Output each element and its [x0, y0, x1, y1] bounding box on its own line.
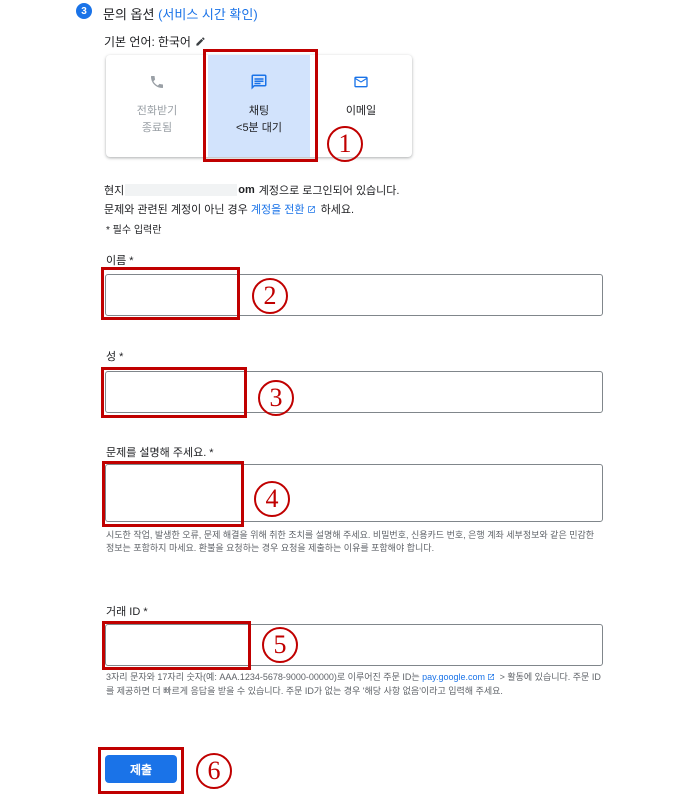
language-label: 기본 언어:	[104, 35, 155, 49]
description-label: 문제를 설명해 주세요. *	[106, 447, 214, 459]
switch-account-suffix: 하세요.	[320, 204, 354, 216]
last-name-label: 성 *	[106, 351, 124, 363]
switch-account-line: 문제와 관련된 계정이 아닌 경우 계정을 전환 하세요.	[104, 201, 354, 217]
transaction-id-helper: 3자리 문자와 17자리 숫자(예: AAA.1234-5678-9000-00…	[106, 671, 604, 698]
email-option-label: 이메일	[345, 105, 377, 117]
external-link-icon	[487, 672, 495, 685]
transaction-id-label: 거래 ID *	[106, 606, 148, 618]
annotation-box-1	[203, 49, 318, 162]
contact-option-phone[interactable]: 전화받기 종료됨	[106, 55, 208, 157]
language-row: 기본 언어: 한국어	[104, 33, 206, 50]
transaction-helper-prefix: 3자리 문자와 17자리 숫자(예: AAA.1234-5678-9000-00…	[106, 672, 420, 682]
language-value[interactable]: 한국어	[158, 33, 191, 50]
account-prefix: 현지	[104, 185, 125, 197]
pencil-icon[interactable]	[195, 36, 206, 47]
external-link-icon	[307, 205, 316, 217]
annotation-number-1: 1	[327, 126, 363, 162]
section-title: 문의 옵션 (서비스 시간 확인)	[103, 4, 258, 23]
annotation-box-3	[101, 367, 247, 418]
first-name-label: 이름 *	[106, 255, 134, 267]
annotation-number-6: 6	[196, 753, 232, 789]
step-number-badge: 3	[76, 3, 92, 19]
annotation-number-2: 2	[252, 278, 288, 314]
signed-in-account-line: 현지 om 계정으로 로그인되어 있습니다.	[104, 182, 399, 198]
annotation-number-5: 5	[262, 627, 298, 663]
annotation-box-6	[98, 747, 184, 794]
annotation-box-4	[102, 461, 244, 527]
annotation-number-3: 3	[258, 380, 294, 416]
phone-option-label: 전화받기	[136, 105, 178, 117]
redacted-email	[125, 184, 238, 196]
switch-account-link[interactable]: 계정을 전환	[251, 204, 305, 216]
phone-option-status: 종료됨	[141, 122, 173, 134]
description-helper: 시도한 작업, 발생한 오류, 문제 해결을 위해 취한 조치를 설명해 주세요…	[106, 530, 595, 553]
annotation-number-4: 4	[254, 481, 290, 517]
section-title-text: 문의 옵션	[103, 7, 155, 22]
required-fields-note: * 필수 입력란	[106, 225, 162, 236]
phone-icon	[149, 73, 165, 91]
annotation-box-2	[101, 267, 240, 320]
signed-in-text: 계정으로 로그인되어 있습니다.	[258, 185, 400, 197]
email-icon	[352, 73, 370, 91]
annotation-box-5	[102, 621, 251, 670]
pay-google-link[interactable]: pay.google.com	[422, 672, 485, 682]
switch-account-prefix: 문제와 관련된 계정이 아닌 경우	[104, 204, 248, 216]
account-suffix: om	[238, 184, 255, 196]
service-hours-link[interactable]: (서비스 시간 확인)	[158, 7, 258, 22]
